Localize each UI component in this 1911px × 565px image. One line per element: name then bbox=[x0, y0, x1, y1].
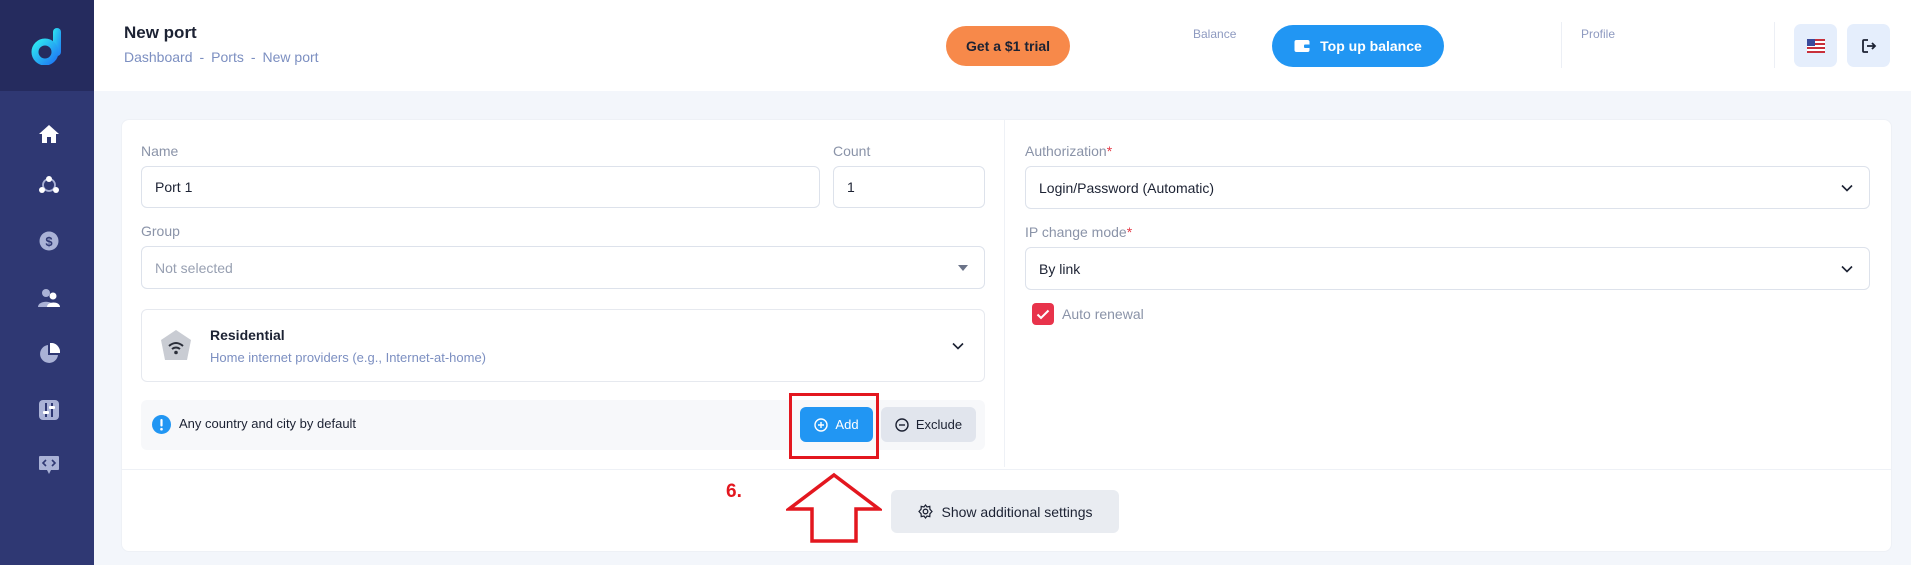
profile-label: Profile bbox=[1581, 27, 1616, 41]
sliders-icon[interactable] bbox=[35, 396, 63, 424]
dollar-icon[interactable]: $ bbox=[35, 227, 63, 255]
authorization-label: Authorization* bbox=[1025, 143, 1113, 159]
checkmark-icon bbox=[1036, 309, 1050, 319]
info-icon bbox=[152, 415, 171, 434]
topup-button[interactable]: Top up balance bbox=[1272, 25, 1444, 67]
breadcrumb: Dashboard - Ports - New port bbox=[124, 49, 319, 65]
caret-down-icon bbox=[958, 264, 968, 271]
logo[interactable] bbox=[0, 0, 94, 91]
breadcrumb-separator: - bbox=[199, 49, 205, 65]
wallet-icon bbox=[1294, 40, 1311, 52]
breadcrumb-new-port: New port bbox=[262, 49, 319, 65]
authorization-value: Login/Password (Automatic) bbox=[1039, 179, 1215, 196]
row-divider bbox=[121, 469, 1892, 470]
network-icon[interactable] bbox=[35, 172, 63, 200]
annotation-arrow-up-icon bbox=[786, 472, 882, 543]
users-icon[interactable] bbox=[35, 284, 63, 312]
gear-icon bbox=[917, 504, 933, 519]
authorization-select[interactable]: Login/Password (Automatic) bbox=[1025, 166, 1870, 209]
trial-button[interactable]: Get a $1 trial bbox=[946, 26, 1070, 66]
ip-change-mode-label: IP change mode* bbox=[1025, 224, 1133, 240]
exclude-geo-button[interactable]: Exclude bbox=[881, 407, 976, 442]
group-label: Group bbox=[141, 223, 180, 239]
logo-icon bbox=[31, 27, 61, 65]
proxy-type-subtitle: Home internet providers (e.g., Internet-… bbox=[210, 350, 487, 365]
chevron-down-icon bbox=[1841, 184, 1853, 191]
home-icon[interactable] bbox=[35, 120, 63, 148]
logout-icon bbox=[1861, 38, 1876, 53]
language-button[interactable] bbox=[1794, 24, 1837, 67]
exclude-button-label: Exclude bbox=[915, 417, 963, 432]
sidebar: $ bbox=[0, 0, 94, 565]
balance-label: Balance bbox=[1193, 27, 1237, 41]
minus-circle-icon bbox=[895, 417, 909, 432]
name-label: Name bbox=[141, 143, 179, 159]
count-input[interactable]: 1 bbox=[833, 166, 985, 208]
group-select-placeholder: Not selected bbox=[155, 259, 233, 276]
proxy-type-title: Residential bbox=[210, 327, 285, 343]
code-icon[interactable] bbox=[35, 451, 63, 479]
ip-change-mode-select[interactable]: By link bbox=[1025, 247, 1870, 290]
annotation-highlight-box bbox=[789, 393, 879, 459]
chevron-down-icon bbox=[1841, 265, 1853, 272]
chevron-down-icon bbox=[952, 342, 964, 349]
header-divider bbox=[1774, 22, 1775, 68]
proxy-type-select[interactable]: Residential Home internet providers (e.g… bbox=[141, 309, 985, 382]
count-label: Count bbox=[833, 143, 871, 159]
auto-renewal-checkbox[interactable] bbox=[1032, 303, 1054, 325]
geo-default-text: Any country and city by default bbox=[179, 416, 357, 431]
pie-chart-icon[interactable] bbox=[35, 340, 63, 368]
svg-text:$: $ bbox=[45, 234, 53, 249]
breadcrumb-separator: - bbox=[250, 49, 256, 65]
name-input[interactable]: Port 1 bbox=[141, 166, 820, 208]
auto-renewal-label: Auto renewal bbox=[1062, 306, 1144, 322]
topup-button-label: Top up balance bbox=[1320, 38, 1422, 54]
group-select[interactable]: Not selected bbox=[141, 246, 985, 289]
breadcrumb-dashboard[interactable]: Dashboard bbox=[124, 49, 193, 65]
us-flag-icon bbox=[1806, 38, 1825, 53]
logout-button[interactable] bbox=[1847, 24, 1890, 67]
show-additional-settings-label: Show additional settings bbox=[941, 503, 1093, 520]
breadcrumb-ports[interactable]: Ports bbox=[211, 49, 244, 65]
annotation-step-number: 6. bbox=[726, 481, 742, 502]
column-divider bbox=[1004, 119, 1005, 467]
wifi-home-icon bbox=[161, 330, 191, 360]
ip-change-mode-value: By link bbox=[1039, 260, 1081, 277]
show-additional-settings-button[interactable]: Show additional settings bbox=[891, 490, 1119, 533]
header-divider bbox=[1561, 22, 1562, 68]
page-title: New port bbox=[124, 23, 197, 42]
